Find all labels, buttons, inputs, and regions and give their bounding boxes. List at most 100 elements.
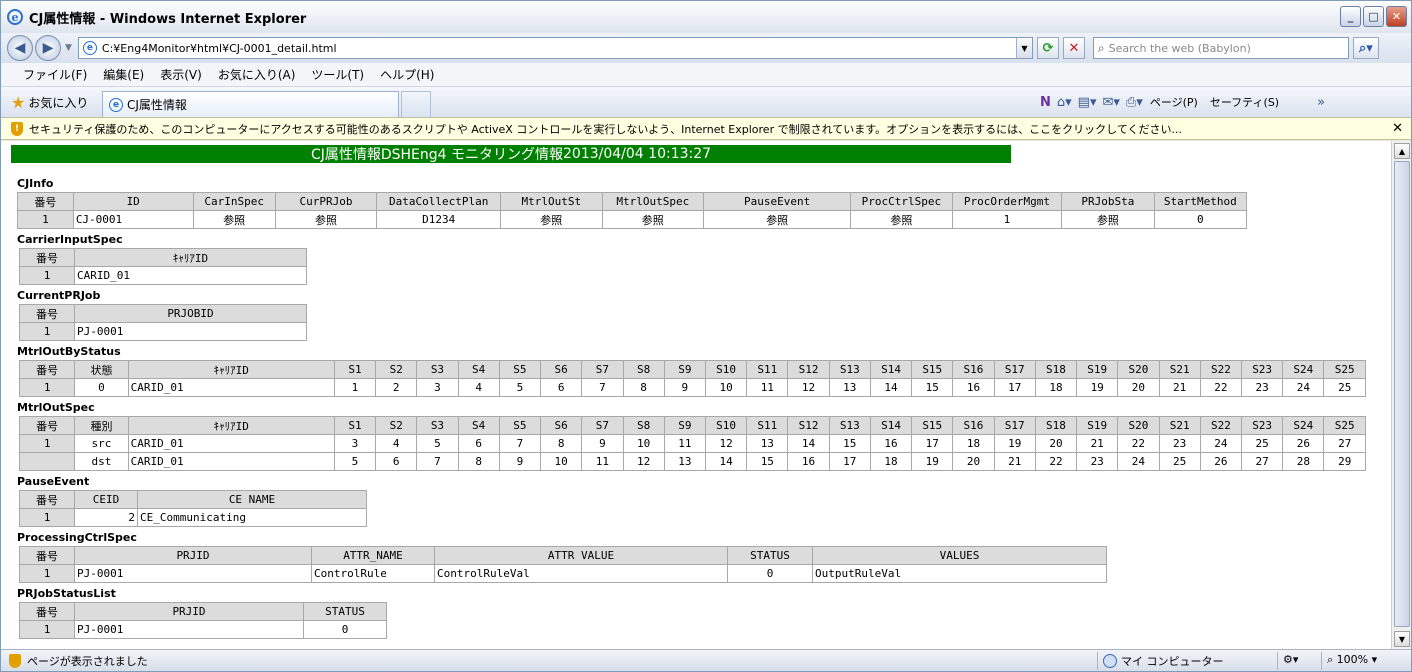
- scroll-thumb[interactable]: [1394, 161, 1410, 627]
- menu-help[interactable]: ヘルプ(H): [380, 66, 434, 83]
- column-header: S1: [333, 360, 377, 379]
- security-info-bar[interactable]: ! セキュリティ保護のため、このコンピューターにアクセスする可能性のあるスクリプ…: [1, 117, 1411, 140]
- column-header: PRJID: [74, 546, 312, 565]
- table-cell: 7: [416, 452, 459, 471]
- table-cell: 29: [1323, 452, 1366, 471]
- feeds-icon[interactable]: ▤▾: [1078, 95, 1097, 110]
- menu-view[interactable]: 表示(V): [160, 66, 202, 83]
- close-window-button[interactable]: ✕: [1386, 6, 1407, 27]
- column-header: ATTR_NAME: [311, 546, 435, 565]
- section-title-carrier-input: CarrierInputSpec: [17, 233, 123, 246]
- onenote-icon[interactable]: N: [1040, 95, 1051, 110]
- scroll-down-icon[interactable]: ▼: [1394, 631, 1410, 647]
- stop-button[interactable]: ✕: [1062, 37, 1085, 59]
- table-cell: 18: [869, 452, 913, 471]
- column-header: S16: [952, 360, 995, 379]
- reference-link[interactable]: 参照: [192, 210, 276, 229]
- menu-file[interactable]: ファイル(F): [23, 66, 87, 83]
- table-cell: 9: [581, 434, 624, 453]
- column-header: S15: [911, 416, 954, 435]
- menu-edit[interactable]: 編集(E): [103, 66, 144, 83]
- home-icon[interactable]: ⌂▾: [1057, 95, 1072, 110]
- address-dropdown-icon[interactable]: ▼: [1015, 38, 1032, 58]
- history-dropdown-icon[interactable]: ▼: [65, 43, 72, 53]
- page-menu[interactable]: ページ(P): [1150, 94, 1198, 110]
- computer-icon: [1103, 654, 1117, 668]
- new-tab-button[interactable]: [401, 91, 431, 117]
- column-header: VALUES: [812, 546, 1107, 565]
- table-cell: 10: [704, 378, 748, 397]
- refresh-button[interactable]: ⟳: [1036, 37, 1059, 59]
- column-header: S5: [498, 416, 542, 435]
- table-cell: 5: [416, 434, 459, 453]
- close-infobar-icon[interactable]: ✕: [1392, 121, 1403, 136]
- print-icon[interactable]: ⎙▾: [1126, 95, 1143, 110]
- address-bar[interactable]: e C:¥Eng4Monitor¥html¥CJ-0001_detail.htm…: [77, 37, 1033, 59]
- table-cell: 23: [1158, 434, 1201, 453]
- reference-link[interactable]: 参照: [500, 210, 603, 229]
- reference-link[interactable]: 参照: [601, 210, 705, 229]
- table-row: 1 CARID_01: [19, 266, 307, 285]
- browser-window: e CJ属性情報 - Windows Internet Explorer _ □…: [0, 0, 1412, 672]
- section-title-proc-ctrl: ProcessingCtrlSpec: [17, 531, 137, 544]
- favorites-button[interactable]: お気に入り: [28, 94, 88, 111]
- current-prjob-table: 番号 PRJOBID 1 PJ-0001: [19, 304, 307, 341]
- column-header: S15: [911, 360, 954, 379]
- reference-link[interactable]: 参照: [850, 210, 953, 229]
- column-header: S4: [457, 416, 500, 435]
- banner-subtitle: DSHEng4 モニタリング情報: [380, 147, 564, 163]
- table-cell: 1: [19, 620, 75, 639]
- table-cell: 14: [869, 378, 913, 397]
- table-cell: 18: [1034, 378, 1078, 397]
- protected-mode-icon[interactable]: ⚙▾: [1283, 653, 1298, 666]
- table-cell: 9: [498, 452, 542, 471]
- table-cell: 23: [1076, 452, 1119, 471]
- column-header: S9: [663, 416, 706, 435]
- table-cell: 20: [1117, 378, 1160, 397]
- proc-ctrl-table: 番号 PRJID ATTR_NAME ATTR VALUE STATUS VALUES 1 P…: [19, 546, 1107, 583]
- column-header: S20: [1117, 360, 1160, 379]
- column-header: S8: [622, 416, 665, 435]
- table-cell: 6: [540, 378, 583, 397]
- table-cell: 21: [1158, 378, 1201, 397]
- table-cell: ControlRuleVal: [434, 564, 728, 583]
- safety-menu[interactable]: セーフティ(S): [1210, 94, 1279, 110]
- scroll-up-icon[interactable]: ▲: [1394, 143, 1410, 159]
- table-cell: 13: [746, 434, 789, 453]
- column-header: S13: [828, 360, 871, 379]
- column-header: S6: [540, 416, 583, 435]
- address-url[interactable]: C:¥Eng4Monitor¥html¥CJ-0001_detail.html: [102, 42, 337, 55]
- more-commands-icon[interactable]: »: [1317, 95, 1325, 110]
- column-header: ｷｬﾘｱID: [127, 360, 335, 379]
- menu-tools[interactable]: ツール(T): [311, 66, 364, 83]
- security-zone[interactable]: マイ コンピューター: [1103, 653, 1224, 669]
- reference-link[interactable]: 参照: [274, 210, 378, 229]
- tab-current[interactable]: e CJ属性情報: [102, 91, 399, 117]
- table-cell: [18, 452, 76, 471]
- minimize-button[interactable]: _: [1340, 6, 1361, 27]
- search-placeholder: Search the web (Babylon): [1108, 41, 1251, 55]
- column-header: S21: [1158, 360, 1201, 379]
- table-cell: 17: [828, 452, 871, 471]
- column-header: S7: [581, 360, 624, 379]
- table-cell: 0: [303, 620, 387, 639]
- reference-link[interactable]: 参照: [703, 210, 852, 229]
- table-cell: 3: [333, 434, 377, 453]
- column-header: CarInSpec: [192, 192, 276, 211]
- vertical-scrollbar[interactable]: ▲ ▼: [1391, 141, 1411, 649]
- search-input[interactable]: ⌕ Search the web (Babylon): [1092, 37, 1349, 59]
- table-cell: 26: [1282, 434, 1325, 453]
- forward-button[interactable]: ▶: [35, 35, 61, 61]
- column-header: ProcOrderMgmt: [951, 192, 1063, 211]
- maximize-button[interactable]: □: [1363, 6, 1384, 27]
- column-header: S9: [663, 360, 706, 379]
- back-button[interactable]: ◀: [7, 35, 33, 61]
- menu-favorites[interactable]: お気に入り(A): [218, 66, 296, 83]
- column-header: S3: [416, 416, 459, 435]
- mail-icon[interactable]: ✉▾: [1102, 95, 1119, 110]
- favorites-star-icon[interactable]: ★: [11, 93, 25, 112]
- reference-link[interactable]: 参照: [1061, 210, 1155, 229]
- search-go-button[interactable]: ⌕▾: [1352, 37, 1379, 59]
- zoom-level[interactable]: ⌕ 100% ▾: [1327, 653, 1377, 667]
- column-header: 状態: [74, 360, 129, 379]
